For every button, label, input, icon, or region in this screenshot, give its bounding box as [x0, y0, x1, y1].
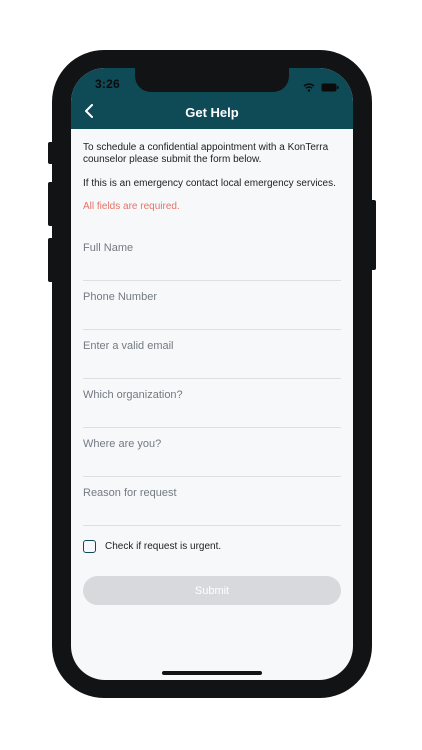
urgent-label: Check if request is urgent.	[105, 540, 222, 552]
location-field[interactable]	[83, 428, 341, 477]
navigation-header: 3:26 Get Help	[71, 68, 353, 129]
email-field[interactable]	[83, 330, 341, 379]
wifi-icon	[303, 79, 315, 97]
status-icons	[303, 79, 339, 97]
full-name-field[interactable]	[83, 232, 341, 281]
page-title: Get Help	[185, 105, 239, 120]
email-input[interactable]	[83, 340, 341, 352]
home-indicator	[162, 671, 262, 675]
battery-icon	[321, 79, 339, 97]
organization-input[interactable]	[83, 389, 341, 401]
emergency-note: If this is an emergency contact local em…	[83, 178, 336, 189]
status-time: 3:26	[95, 77, 120, 91]
app-mockup: 3:26 Get Help To schedule a confidential…	[0, 0, 422, 750]
get-help-form: To schedule a confidential appointment w…	[83, 142, 343, 605]
reason-field[interactable]	[83, 477, 341, 526]
phone-number-input[interactable]	[83, 291, 341, 303]
submit-button[interactable]: Submit	[83, 576, 341, 605]
urgent-checkbox[interactable]	[83, 539, 96, 553]
organization-field[interactable]	[83, 379, 341, 428]
location-input[interactable]	[83, 438, 341, 450]
phone-number-field[interactable]	[83, 281, 341, 330]
intro-text: To schedule a confidential appointment w…	[83, 142, 329, 165]
urgent-row: Check if request is urgent.	[83, 538, 343, 554]
phone-screen: 3:26 Get Help To schedule a confidential…	[71, 68, 353, 680]
required-note: All fields are required.	[83, 201, 180, 212]
reason-input[interactable]	[83, 487, 341, 499]
notch	[135, 68, 289, 92]
full-name-input[interactable]	[83, 242, 341, 254]
